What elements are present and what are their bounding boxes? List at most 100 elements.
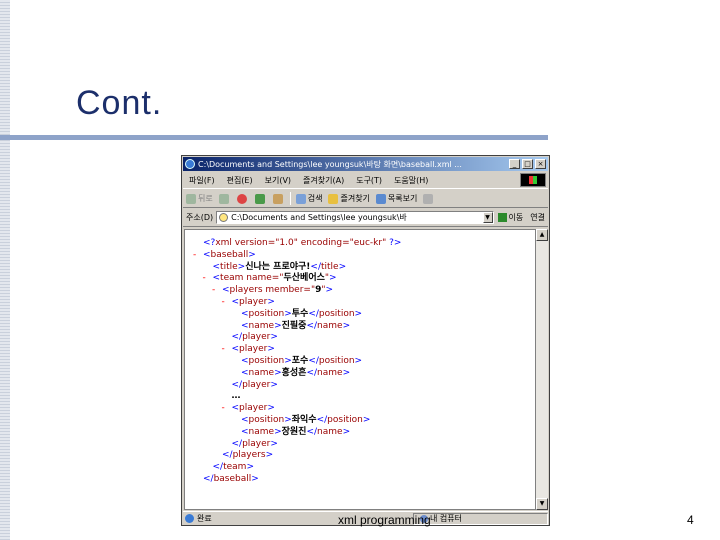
refresh-button[interactable] (252, 193, 270, 204)
forward-arrow-icon (218, 193, 229, 204)
menu-file[interactable]: 파일(F) (183, 175, 221, 186)
done-icon (185, 514, 194, 523)
minimize-button[interactable]: _ (509, 159, 520, 169)
xml-token: 투수 (291, 308, 309, 319)
menu-view[interactable]: 보기(V) (259, 175, 297, 186)
xml-line[interactable]: - <players member="9"> (212, 285, 333, 296)
xml-token: < (241, 367, 249, 378)
slide-title: Cont. (76, 84, 163, 122)
xml-token: > (246, 462, 254, 473)
forward-button[interactable] (216, 193, 234, 204)
history-icon (375, 193, 386, 204)
xml-token: member=" (262, 285, 316, 296)
xml-token: < (241, 426, 249, 437)
vertical-scrollbar[interactable]: ▲ ▼ (536, 229, 548, 510)
xml-token: > (284, 415, 292, 425)
xml-token: name (248, 367, 275, 378)
window-title: C:\Documents and Settings\lee youngsuk\바… (198, 159, 462, 169)
xml-token: > (265, 450, 274, 461)
home-button[interactable] (270, 193, 288, 204)
xml-token: team (223, 462, 247, 473)
xml-token: </ (231, 438, 243, 449)
xml-token: < (203, 249, 211, 260)
collapse-toggle[interactable]: - (222, 297, 232, 308)
xml-token: player (239, 297, 268, 307)
xml-token: baseball (210, 249, 249, 260)
xml-line[interactable]: - <player> (222, 344, 275, 355)
xml-token: > (362, 415, 371, 425)
menu-edit[interactable]: 편집(E) (221, 175, 259, 186)
xml-token: position (248, 308, 285, 319)
menu-tools[interactable]: 도구(T) (350, 175, 388, 186)
search-icon (295, 193, 306, 204)
collapse-toggle[interactable]: - (222, 344, 232, 355)
links-button[interactable]: 연결 (527, 212, 548, 223)
xml-token: < (212, 261, 221, 272)
xml-token: > (267, 344, 275, 355)
address-value: C:\Documents and Settings\lee youngsuk\바 (231, 213, 407, 222)
xml-token: </ (310, 261, 321, 272)
menu-help[interactable]: 도움말(H) (388, 175, 434, 186)
back-label: 뒤로 (198, 194, 213, 203)
xml-token: </ (231, 379, 243, 390)
zone-text: 내 컴퓨터 (430, 514, 462, 523)
collapse-toggle[interactable]: - (203, 273, 213, 284)
stop-icon (236, 193, 247, 204)
xml-line: <title>신나는 프로야구!</title> (203, 262, 347, 273)
xml-line: <name>장원진</name> (231, 427, 350, 438)
xml-line[interactable]: - <team name="두산베어스"> (203, 273, 337, 284)
xml-line: <name>진필중</name> (231, 321, 350, 332)
menu-favorites[interactable]: 즐겨찾기(A) (297, 175, 350, 186)
mail-button[interactable] (420, 193, 438, 204)
address-label: 주소(D) (186, 213, 214, 222)
collapse-toggle[interactable]: - (212, 285, 222, 296)
xml-token: > (354, 308, 363, 319)
xml-token: name (317, 426, 343, 437)
search-label: 검색 (307, 194, 323, 203)
search-button[interactable]: 검색 (293, 193, 326, 204)
browser-window: C:\Documents and Settings\lee youngsuk\바… (181, 155, 550, 526)
scroll-up-icon[interactable]: ▲ (536, 229, 548, 241)
history-label: 목록보기 (387, 194, 418, 203)
xml-token: > (267, 297, 275, 307)
xml-token: 신나는 프로야구! (245, 261, 311, 272)
xml-line[interactable]: - <player> (222, 297, 275, 308)
xml-token: > (284, 308, 292, 319)
xml-line[interactable]: - <baseball> (193, 250, 256, 261)
history-button[interactable]: 목록보기 (373, 193, 420, 204)
favorites-icon (328, 193, 339, 204)
collapse-toggle[interactable]: - (193, 250, 203, 261)
window-titlebar[interactable]: C:\Documents and Settings\lee youngsuk\바… (183, 157, 548, 171)
decorative-side-strip (0, 0, 10, 540)
xml-token: position (248, 356, 285, 366)
xml-token: name (317, 320, 343, 331)
xml-token: player (239, 403, 268, 414)
xml-token: 두산베어스 (283, 273, 325, 284)
mail-icon (423, 193, 434, 204)
xml-line[interactable]: - <player> (222, 403, 275, 414)
xml-token: player (239, 344, 268, 355)
close-button[interactable]: × (535, 159, 546, 169)
xml-token: </ (306, 320, 318, 331)
favorites-button[interactable]: 즐겨찾기 (325, 193, 372, 204)
go-button[interactable]: 이동 (494, 212, 528, 223)
xml-token: > (274, 367, 282, 378)
scroll-down-icon[interactable]: ▼ (536, 498, 548, 510)
chevron-down-icon[interactable]: ▼ (482, 212, 493, 223)
xml-token: </ (222, 450, 233, 461)
xml-token: < (231, 344, 240, 355)
xml-token: players (229, 285, 263, 296)
xml-line: … (222, 391, 241, 402)
maximize-button[interactable]: □ (522, 159, 533, 169)
address-input[interactable]: C:\Documents and Settings\lee youngsuk\바… (216, 211, 494, 224)
xml-token: player (242, 438, 271, 449)
stop-button[interactable] (234, 193, 252, 204)
slide: Cont. C:\Documents and Settings\lee youn… (0, 0, 720, 540)
xml-token: player (242, 332, 271, 343)
xml-token: < (212, 273, 221, 284)
xml-line: </team> (203, 462, 254, 473)
xml-token: > (325, 285, 334, 296)
collapse-toggle[interactable]: - (222, 403, 232, 414)
back-button[interactable]: 뒤로 (183, 193, 216, 204)
xml-token: > (284, 356, 292, 366)
